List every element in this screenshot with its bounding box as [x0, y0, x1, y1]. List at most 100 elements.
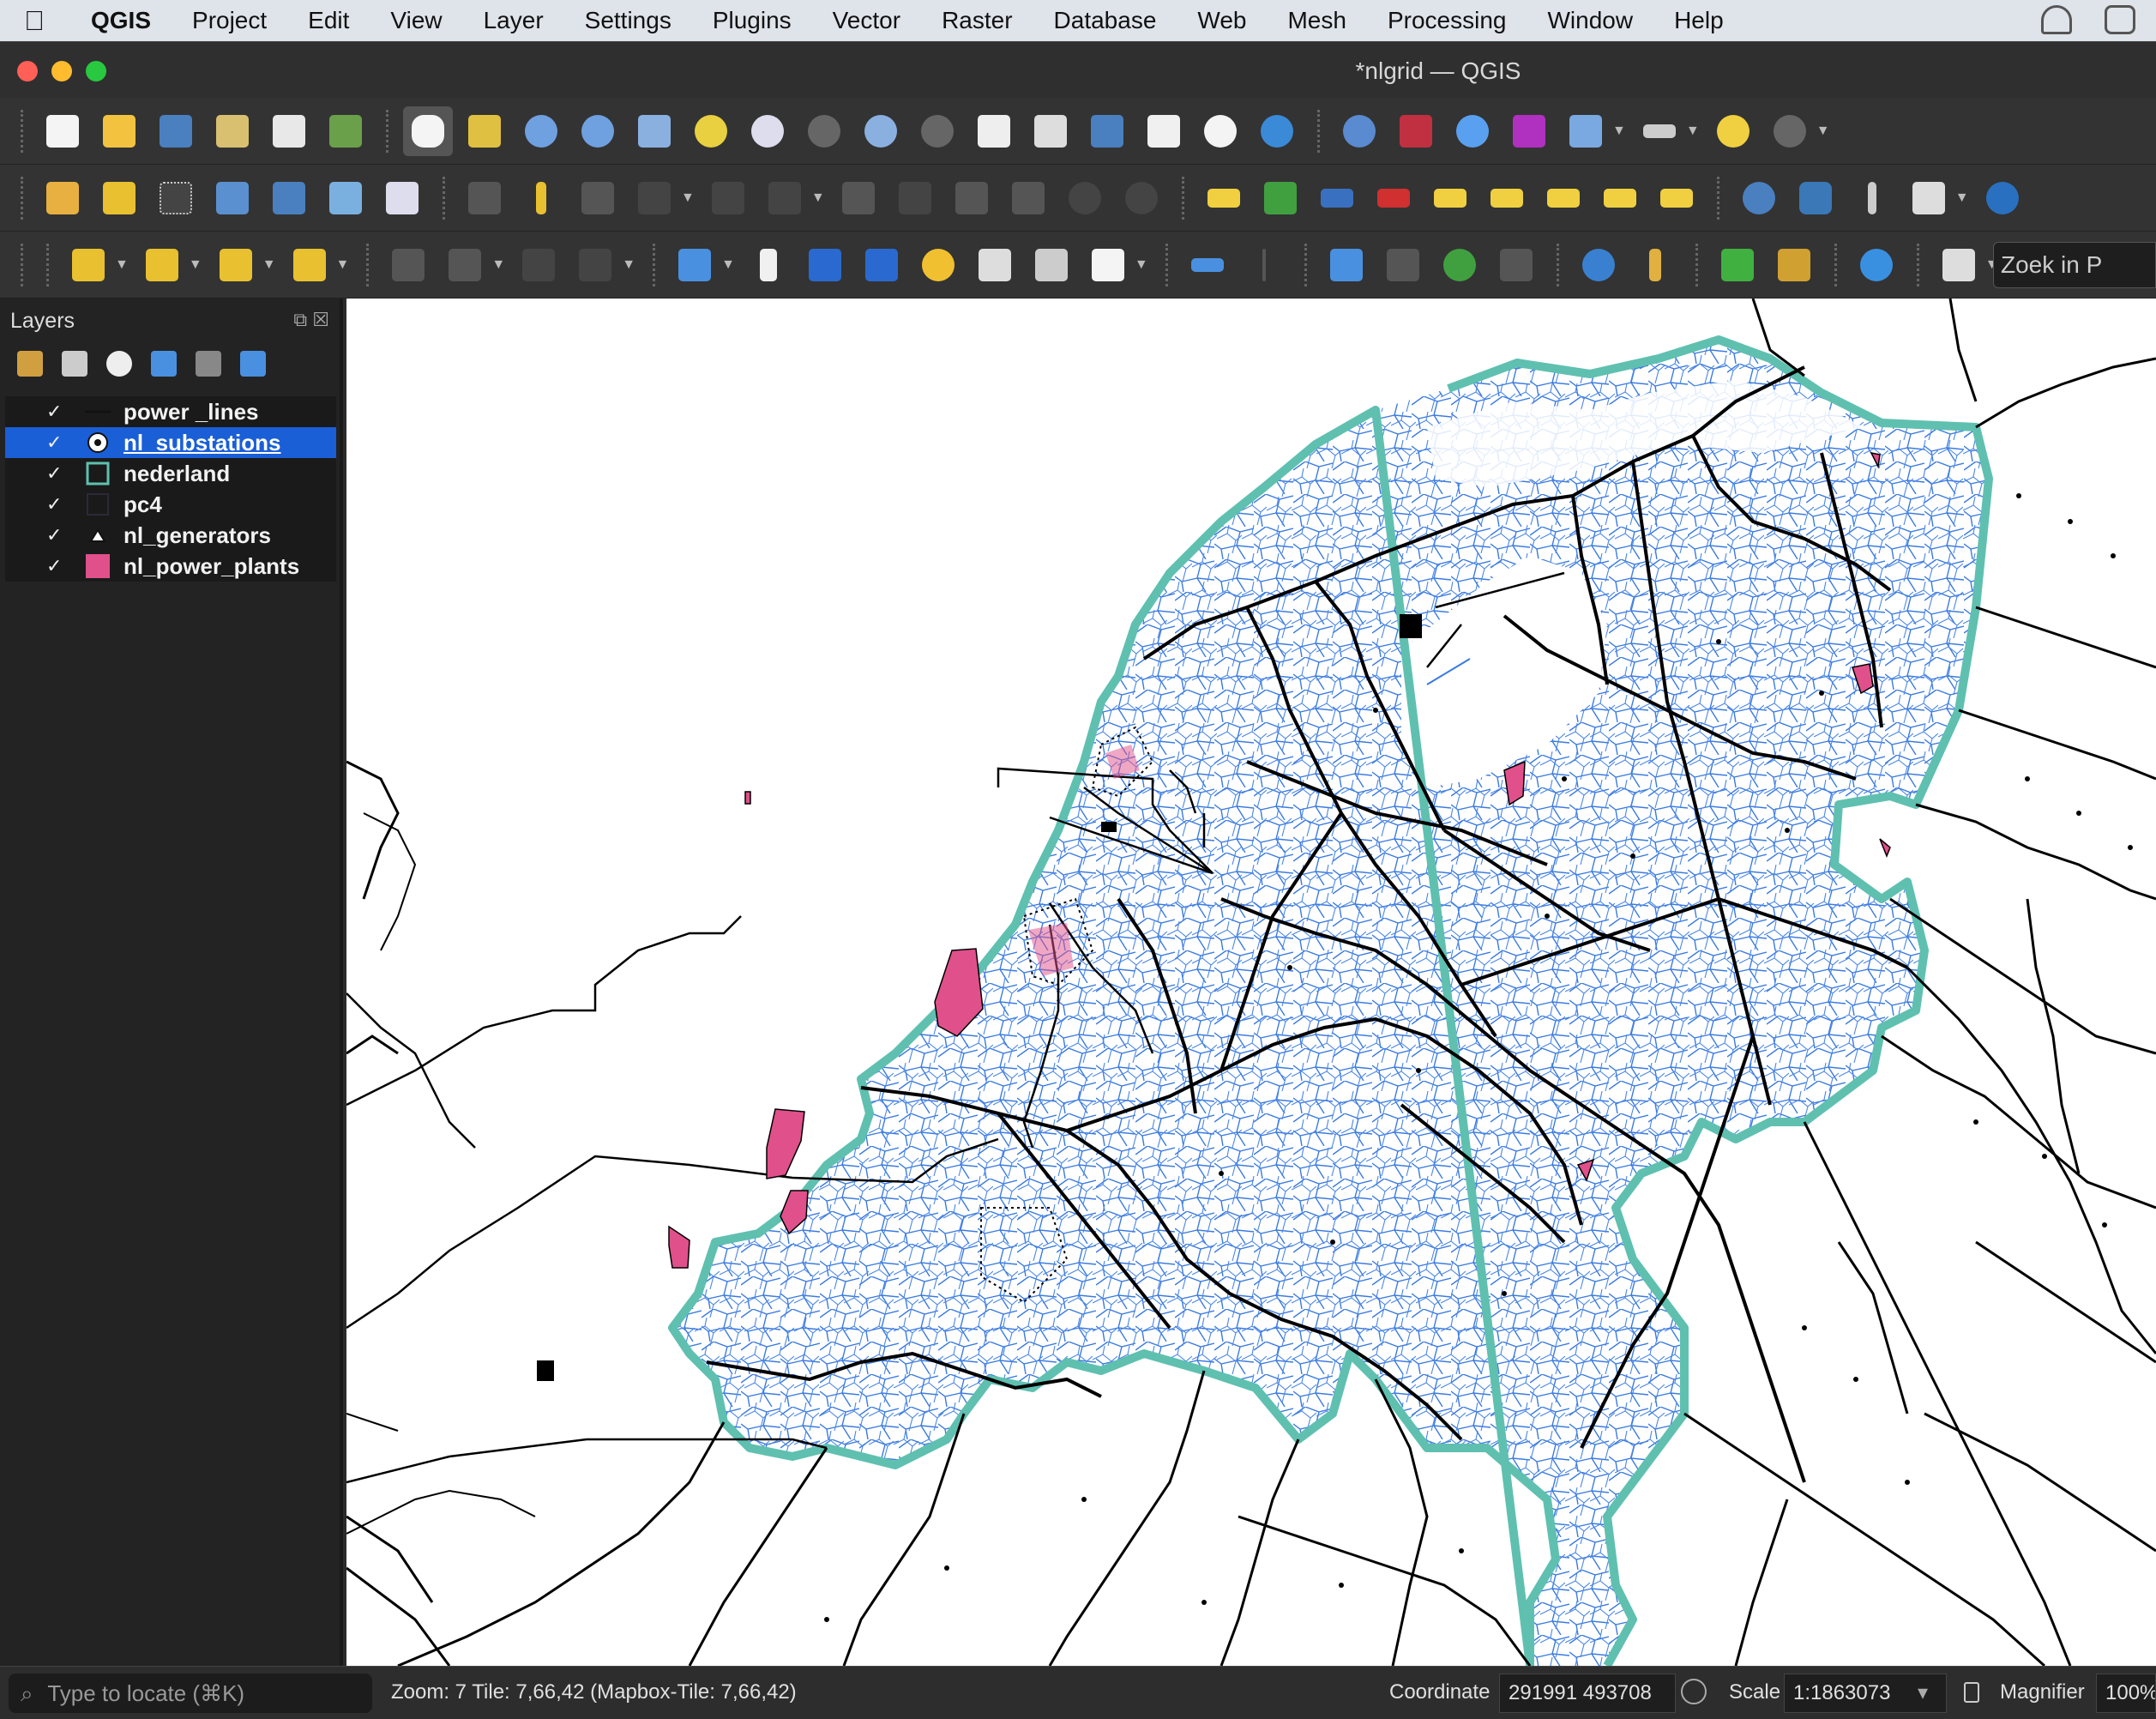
toolbar-handle[interactable] [1834, 243, 1843, 286]
add-vector-tile-button[interactable] [377, 173, 427, 223]
undo-button[interactable] [1060, 173, 1110, 223]
toolbar-handle[interactable] [1916, 243, 1925, 286]
globe-button[interactable] [1978, 173, 2027, 223]
change-label-button[interactable] [1539, 173, 1588, 223]
map-canvas[interactable] [346, 299, 2156, 1666]
add-raster-button[interactable] [264, 173, 314, 223]
menu-database[interactable]: Database [1033, 7, 1177, 34]
menu-view[interactable]: View [370, 7, 462, 34]
quickmapservices-search-button[interactable] [1713, 240, 1762, 290]
menu-settings[interactable]: Settings [564, 7, 692, 34]
style-layer-icon[interactable] [17, 351, 43, 377]
osm-download-button[interactable] [1852, 240, 1901, 290]
delete-selected-button[interactable] [834, 173, 883, 223]
layer-checkbox[interactable]: ✓ [46, 431, 72, 454]
zoom-last-button[interactable] [856, 106, 906, 156]
georeferencer-button[interactable] [1378, 240, 1428, 290]
chevron-down-icon[interactable]: ▼ [1955, 190, 1969, 206]
eye-icon[interactable] [106, 351, 132, 377]
chevron-down-icon[interactable]: ▼ [1135, 257, 1148, 273]
chevron-down-icon[interactable]: ▼ [189, 257, 202, 273]
deselect-features-button[interactable] [211, 240, 261, 290]
close-panel-icon[interactable]: ☒ [312, 309, 329, 330]
toolbar-handle[interactable] [1695, 243, 1704, 286]
text-annotation-button[interactable] [1083, 240, 1133, 290]
rotate-label-button[interactable] [1482, 173, 1532, 223]
run-action-button[interactable] [1765, 106, 1815, 156]
identify-features-button[interactable] [1334, 106, 1384, 156]
refresh-button[interactable] [1252, 106, 1302, 156]
menu-window[interactable]: Window [1527, 7, 1653, 34]
redo-button[interactable] [1117, 173, 1166, 223]
show-bookmarks-button[interactable] [1139, 106, 1189, 156]
pan-to-selection-button[interactable] [460, 106, 509, 156]
layer-row-nl-generators[interactable]: ✓ nl_generators [5, 520, 336, 551]
layer-checkbox[interactable]: ✓ [46, 493, 72, 516]
chevron-down-icon[interactable]: ▼ [622, 257, 635, 273]
layer-row-power-lines[interactable]: ✓ power _lines [5, 396, 336, 427]
new-map-view-button[interactable] [969, 106, 1019, 156]
layers-stack-button[interactable] [1934, 240, 1984, 290]
map-tips-button[interactable] [1708, 106, 1758, 156]
save-edits-button[interactable] [573, 173, 623, 223]
chevron-down-icon[interactable]: ▼ [811, 190, 825, 206]
zoom-to-selection-button[interactable] [686, 106, 736, 156]
zoom-next-button[interactable] [912, 106, 962, 156]
menu-app-qgis[interactable]: QGIS [75, 7, 172, 34]
label-properties-button[interactable] [1652, 173, 1701, 223]
zoom-in-button[interactable] [516, 106, 566, 156]
highlight-labels-button[interactable] [1369, 173, 1418, 223]
metasearch-button[interactable] [1734, 173, 1784, 223]
quickmapservices-button[interactable] [1769, 240, 1819, 290]
menu-help[interactable]: Help [1653, 7, 1744, 34]
data-source-manager-button[interactable] [38, 173, 87, 223]
chevron-down-icon[interactable]: ▼ [336, 257, 350, 273]
diagram-button[interactable] [1256, 173, 1305, 223]
copy-button[interactable] [947, 173, 997, 223]
add-mesh-button[interactable] [321, 173, 370, 223]
layer-checkbox[interactable]: ✓ [46, 462, 72, 485]
chevron-down-icon[interactable]: ▼ [721, 257, 735, 273]
zoom-full-button[interactable] [629, 106, 679, 156]
label-settings-button[interactable] [1199, 173, 1249, 223]
locator-search-input[interactable]: ⌕ Type to locate (⌘K) [9, 1674, 372, 1713]
create-line-text-button[interactable] [1027, 240, 1076, 290]
edit-pencil-button[interactable] [460, 173, 509, 223]
open-attribute-table-button[interactable] [1391, 106, 1441, 156]
chevron-down-icon[interactable]: ▼ [1612, 124, 1626, 139]
info-button[interactable] [1574, 240, 1623, 290]
toolbar-handle[interactable] [366, 243, 375, 286]
vertex-tool-button[interactable] [703, 173, 753, 223]
toolbar-handle[interactable] [21, 176, 29, 220]
toolbar-search-input[interactable]: Zoek in P [1993, 242, 2156, 288]
statistics-button[interactable] [1504, 106, 1554, 156]
layer-row-nl-power-plants[interactable]: ✓ nl_power_plants [5, 551, 336, 582]
save-as-button[interactable] [208, 106, 257, 156]
filter-expression-icon[interactable] [196, 351, 221, 377]
menu-vector[interactable]: Vector [812, 7, 921, 34]
menu-plugins[interactable]: Plugins [692, 7, 812, 34]
menu-processing[interactable]: Processing [1367, 7, 1527, 34]
toolbar-handle[interactable] [21, 243, 29, 286]
toolbar-handle[interactable] [1165, 243, 1174, 286]
snapping-button[interactable] [1183, 240, 1232, 290]
filter-icon[interactable] [151, 351, 177, 377]
select-by-attributes-button[interactable] [137, 240, 187, 290]
menu-edit[interactable]: Edit [287, 7, 370, 34]
apple-menu-icon[interactable]:  [24, 5, 75, 37]
new-bookmark-button[interactable] [1082, 106, 1132, 156]
toolbar-handle[interactable] [1317, 109, 1326, 153]
lock-icon[interactable] [1964, 1682, 1979, 1703]
zoom-out-button[interactable] [573, 106, 623, 156]
new-temp-layer-button[interactable] [151, 173, 201, 223]
layer-row-nederland[interactable]: ✓ nederland [5, 458, 336, 489]
layout-manager-button[interactable] [264, 106, 314, 156]
toolbar-handle[interactable] [1181, 176, 1190, 220]
magnifier-field[interactable]: 100% [2096, 1674, 2156, 1713]
toolbar-handle[interactable] [21, 109, 29, 153]
menu-project[interactable]: Project [172, 7, 287, 34]
create-text-annotation-button[interactable] [970, 240, 1020, 290]
menu-web[interactable]: Web [1177, 7, 1267, 34]
layer-checkbox[interactable]: ✓ [46, 555, 72, 577]
measure-button[interactable] [1635, 106, 1684, 156]
